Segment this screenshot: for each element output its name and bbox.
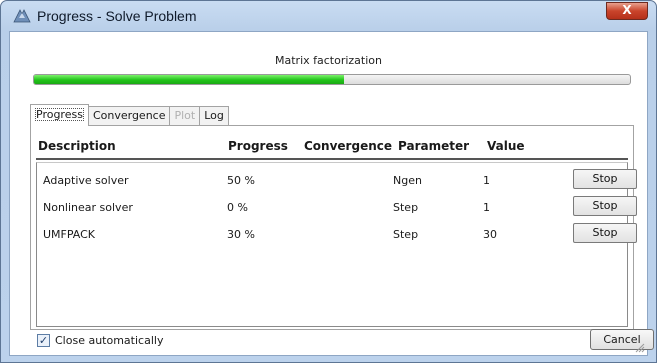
column-header-progress: Progress bbox=[228, 139, 288, 153]
column-header-convergence: Convergence bbox=[304, 139, 392, 153]
row-description: Adaptive solver bbox=[43, 174, 129, 187]
table-row: Nonlinear solver 0 % Step 1 Stop bbox=[37, 194, 637, 222]
table-row: Adaptive solver 50 % Ngen 1 Stop bbox=[37, 167, 637, 195]
row-progress: 0 % bbox=[227, 201, 248, 214]
row-description: UMFPACK bbox=[43, 228, 96, 241]
close-automatically-checkbox[interactable]: ✓ bbox=[37, 334, 50, 347]
row-progress: 50 % bbox=[227, 174, 255, 187]
tab-log[interactable]: Log bbox=[199, 106, 229, 126]
tab-plot: Plot bbox=[169, 106, 201, 126]
dialog-window: Progress - Solve Problem X Matrix factor… bbox=[0, 0, 657, 363]
window-title: Progress - Solve Problem bbox=[37, 8, 197, 24]
app-icon bbox=[13, 9, 31, 23]
main-progress-fill bbox=[34, 75, 344, 84]
row-description: Nonlinear solver bbox=[43, 201, 133, 214]
row-value: 1 bbox=[483, 174, 490, 187]
close-automatically-label: Close automatically bbox=[55, 334, 164, 347]
progress-panel: Description Progress Convergence Paramet… bbox=[30, 125, 637, 330]
tab-progress[interactable]: Progress bbox=[30, 104, 89, 126]
status-text: Matrix factorization bbox=[275, 54, 382, 67]
row-progress: 30 % bbox=[227, 228, 255, 241]
resize-grip-icon[interactable] bbox=[635, 343, 645, 353]
stop-button[interactable]: Stop bbox=[573, 223, 637, 243]
tab-convergence[interactable]: Convergence bbox=[87, 106, 171, 126]
main-progress-bar bbox=[33, 74, 631, 85]
row-value: 1 bbox=[483, 201, 490, 214]
client-area: Matrix factorization Progress Convergenc… bbox=[9, 31, 654, 356]
task-table: Adaptive solver 50 % Ngen 1 Stop Nonline… bbox=[36, 162, 637, 327]
row-value: 30 bbox=[483, 228, 497, 241]
column-header-parameter: Parameter bbox=[398, 139, 470, 153]
column-header-description: Description bbox=[38, 139, 116, 153]
tab-strip: Progress Convergence Plot Log bbox=[30, 104, 229, 126]
row-parameter: Ngen bbox=[393, 174, 422, 187]
title-bar[interactable]: Progress - Solve Problem X bbox=[1, 1, 656, 31]
row-parameter: Step bbox=[393, 201, 419, 214]
table-row: UMFPACK 30 % Step 30 Stop bbox=[37, 221, 637, 249]
row-parameter: Step bbox=[393, 228, 419, 241]
stop-button[interactable]: Stop bbox=[573, 169, 637, 189]
table-header: Description Progress Convergence Paramet… bbox=[36, 136, 628, 160]
close-button[interactable]: X bbox=[606, 2, 648, 20]
column-header-value: Value bbox=[487, 139, 525, 153]
stop-button[interactable]: Stop bbox=[573, 196, 637, 216]
